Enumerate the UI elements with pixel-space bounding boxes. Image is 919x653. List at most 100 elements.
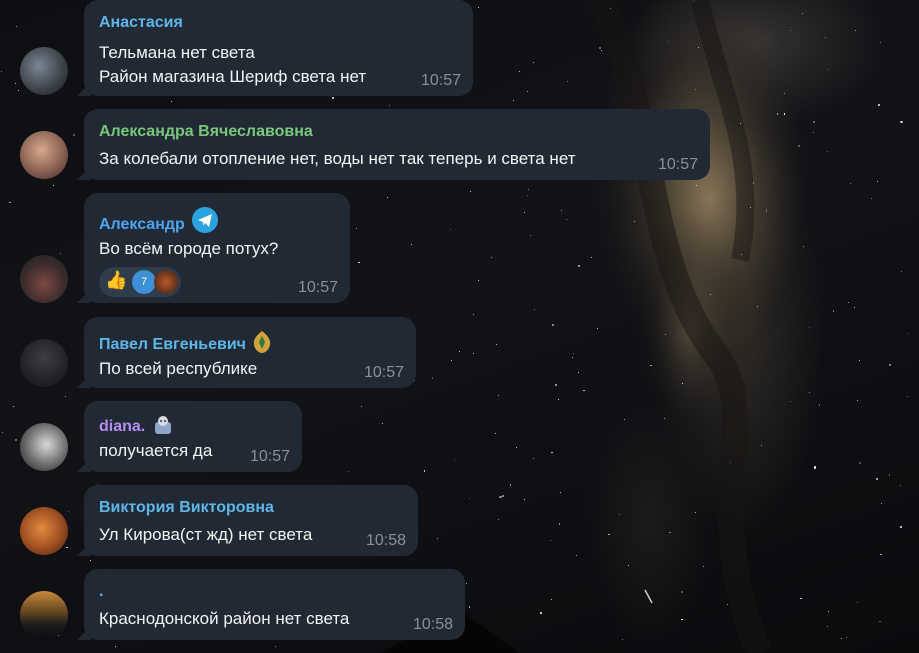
message-time: 10:58 bbox=[365, 532, 406, 549]
star bbox=[776, 113, 778, 115]
message-author[interactable]: Александр bbox=[99, 216, 185, 233]
message-time: 10:58 bbox=[412, 616, 453, 633]
star bbox=[798, 145, 800, 147]
star bbox=[633, 220, 635, 222]
star bbox=[533, 61, 534, 63]
message-bubble: Виктория Викторовна Ул Кирова(ст жд) нет… bbox=[84, 485, 418, 556]
star bbox=[801, 12, 803, 14]
star bbox=[694, 88, 696, 90]
star bbox=[739, 122, 741, 125]
avatar-anastasia[interactable] bbox=[20, 47, 68, 95]
star bbox=[552, 324, 554, 326]
star bbox=[789, 400, 791, 402]
message-time: 10:57 bbox=[420, 72, 461, 89]
star bbox=[16, 25, 18, 27]
avatar-diana[interactable] bbox=[20, 423, 68, 471]
star bbox=[827, 150, 828, 152]
star bbox=[627, 564, 629, 566]
star bbox=[825, 36, 826, 38]
star bbox=[89, 560, 91, 561]
star bbox=[790, 29, 792, 31]
star bbox=[495, 432, 496, 434]
star bbox=[621, 639, 623, 641]
star bbox=[468, 498, 470, 499]
star bbox=[52, 185, 54, 187]
message-time: 10:57 bbox=[363, 364, 404, 381]
star bbox=[473, 352, 475, 354]
message-time: 10:57 bbox=[657, 156, 698, 173]
star bbox=[853, 307, 855, 308]
message-author[interactable]: diana. bbox=[99, 418, 145, 435]
star bbox=[857, 601, 859, 603]
avatar-dot-user[interactable] bbox=[20, 591, 68, 639]
message-author[interactable]: Анастасия bbox=[99, 13, 459, 33]
star bbox=[812, 120, 815, 124]
message-author-row: Александр bbox=[99, 206, 336, 235]
message-author-row: Павел Евгеньевич bbox=[99, 330, 402, 355]
star bbox=[578, 371, 580, 373]
star bbox=[848, 301, 849, 303]
message-time: 10:57 bbox=[249, 448, 290, 465]
reactor-avatar bbox=[154, 270, 178, 294]
star bbox=[551, 451, 553, 454]
message-bubble: Александр Во всём городе потух? 👍 7 10:5… bbox=[84, 193, 350, 303]
star bbox=[274, 645, 276, 647]
sticker-badge-icon bbox=[154, 416, 171, 434]
avatar-pavel[interactable] bbox=[20, 339, 68, 387]
star bbox=[871, 197, 873, 199]
message-text: Ул Кирова(ст жд) нет света bbox=[99, 525, 313, 544]
thumbs-up-icon: 👍 bbox=[105, 270, 128, 290]
message-author[interactable]: . bbox=[99, 582, 451, 602]
star bbox=[783, 113, 786, 115]
star bbox=[66, 546, 68, 548]
star bbox=[356, 227, 357, 229]
message-bubble: Александра Вячеславовна За колебали отоп… bbox=[84, 109, 710, 180]
star bbox=[858, 461, 862, 464]
star bbox=[681, 618, 683, 621]
avatar-aleksandr[interactable] bbox=[20, 255, 68, 303]
message-author[interactable]: Павел Евгеньевич bbox=[99, 336, 246, 353]
star bbox=[540, 612, 542, 614]
message-bubble: Павел Евгеньевич По всей республике 10:5… bbox=[84, 317, 416, 388]
star bbox=[549, 539, 551, 541]
star bbox=[472, 313, 474, 315]
star bbox=[599, 47, 601, 49]
star bbox=[64, 396, 66, 397]
star bbox=[575, 554, 577, 556]
message-text: За колебали отопление нет, воды нет так … bbox=[99, 149, 576, 168]
star bbox=[752, 182, 754, 184]
star bbox=[450, 359, 452, 361]
message-bubble: . Краснодонской район нет света 10:58 bbox=[84, 569, 465, 640]
star bbox=[458, 351, 460, 353]
star bbox=[900, 120, 903, 124]
star bbox=[667, 40, 669, 42]
star bbox=[565, 219, 567, 220]
message-text-line: Тельмана нет света bbox=[99, 43, 255, 62]
star bbox=[650, 364, 652, 367]
star bbox=[619, 514, 620, 515]
star bbox=[803, 245, 805, 247]
star bbox=[854, 29, 856, 31]
star bbox=[15, 439, 17, 441]
star bbox=[578, 265, 580, 267]
message-author[interactable]: Александра Вячеславовна bbox=[99, 122, 696, 142]
star bbox=[523, 498, 525, 500]
star bbox=[13, 405, 14, 407]
star bbox=[590, 257, 592, 259]
message-text-line: Район магазина Шериф света нет bbox=[99, 67, 367, 86]
star bbox=[550, 598, 552, 600]
star bbox=[729, 462, 731, 463]
star bbox=[761, 445, 762, 447]
star bbox=[740, 253, 742, 255]
avatar-aleksandra[interactable] bbox=[20, 131, 68, 179]
telegram-premium-icon bbox=[192, 207, 219, 233]
star bbox=[876, 181, 878, 183]
avatar-viktoriya[interactable] bbox=[20, 507, 68, 555]
message-bubble: Анастасия Тельмана нет света Район магаз… bbox=[84, 0, 473, 96]
message-author[interactable]: Виктория Викторовна bbox=[99, 498, 404, 518]
star bbox=[388, 105, 390, 107]
star bbox=[0, 71, 2, 73]
star bbox=[358, 261, 360, 263]
star bbox=[750, 206, 752, 208]
star bbox=[115, 646, 116, 647]
